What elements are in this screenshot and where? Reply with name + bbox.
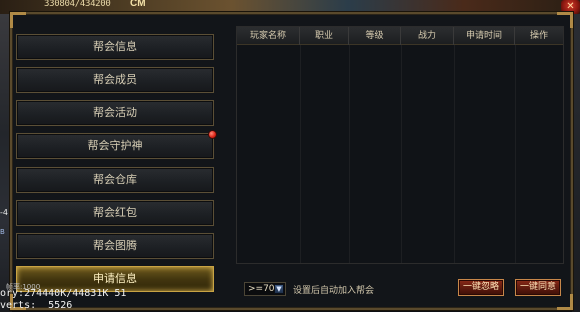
column-header-player-name[interactable]: 玩家名称	[237, 27, 300, 45]
table-header: 玩家名称 职业 等级 战力 申请时间 操作	[237, 27, 563, 45]
menu-item-guild-guardian[interactable]: 帮会守护神	[16, 133, 214, 159]
level-filter-select[interactable]: >=70 ▼	[244, 282, 286, 296]
ignore-all-button[interactable]: 一键忽略	[458, 279, 504, 296]
level-filter-value: >=70	[248, 284, 275, 294]
column-header-power[interactable]: 战力	[401, 27, 454, 45]
column-divider	[515, 45, 516, 263]
cm-badge: CM	[130, 0, 146, 9]
corner-ornament	[10, 12, 26, 28]
menu-item-guild-totem[interactable]: 帮会图腾	[16, 233, 214, 259]
column-header-apply-time[interactable]: 申请时间	[454, 27, 515, 45]
column-header-action: 操作	[529, 31, 548, 41]
side-label-a: -4	[0, 208, 8, 217]
menu-item-guild-activities[interactable]: 帮会活动	[16, 100, 214, 126]
menu-item-guild-info[interactable]: 帮会信息	[16, 34, 214, 60]
notification-dot-icon	[208, 130, 217, 139]
column-divider	[300, 45, 301, 263]
accept-all-button[interactable]: 一键同意	[515, 279, 561, 296]
debug-memory: ory:274440K/44831K 51	[0, 288, 127, 299]
menu-item-guild-red-packet[interactable]: 帮会红包	[16, 200, 214, 226]
column-header-level[interactable]: 等级	[349, 27, 401, 45]
menu-item-guild-members[interactable]: 帮会成员	[16, 67, 214, 93]
column-header-class[interactable]: 职业	[300, 27, 349, 45]
game-scene-right	[572, 14, 580, 312]
hp-readout: 330804/434200	[44, 0, 111, 9]
auto-join-label: 设置后自动加入帮会	[293, 286, 375, 296]
dropdown-arrow-icon[interactable]: ▼	[274, 284, 284, 294]
column-divider	[401, 45, 402, 263]
application-table: 玩家名称 职业 等级 战力 申请时间 操作	[236, 26, 564, 264]
debug-verts: verts: 5526	[0, 300, 73, 311]
menu-item-guild-warehouse[interactable]: 帮会仓库	[16, 167, 214, 193]
column-divider	[454, 45, 455, 263]
side-label-b: B	[0, 228, 5, 236]
corner-ornament	[557, 294, 573, 310]
column-divider	[349, 45, 350, 263]
